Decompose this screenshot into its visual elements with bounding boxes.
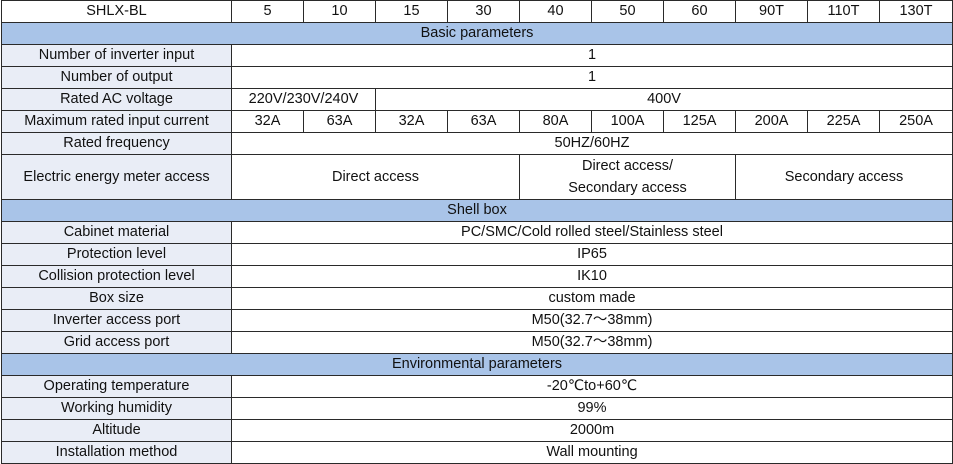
row-label: Collision protection level xyxy=(1,265,232,288)
table-row: Working humidity 99% xyxy=(1,397,953,420)
table-row: Maximum rated input current 32A 63A 32A … xyxy=(1,110,953,133)
model-column: 40 xyxy=(519,0,592,23)
row-label: Installation method xyxy=(1,441,232,464)
model-column: 10 xyxy=(303,0,376,23)
row-value: 125A xyxy=(663,110,736,133)
row-value: 100A xyxy=(591,110,664,133)
row-label: Working humidity xyxy=(1,397,232,420)
table-row: Protection level IP65 xyxy=(1,243,953,266)
row-value: Wall mounting xyxy=(231,441,953,464)
model-column: 5 xyxy=(231,0,304,23)
row-value: 400V xyxy=(375,88,953,111)
model-column: 60 xyxy=(663,0,736,23)
section-header-env: Environmental parameters xyxy=(1,353,953,376)
row-value: Direct access xyxy=(231,154,520,200)
table-row: Operating temperature -20℃to+60℃ xyxy=(1,375,953,398)
row-label: Box size xyxy=(1,287,232,310)
row-value: 63A xyxy=(447,110,520,133)
section-header-shell: Shell box xyxy=(1,199,953,222)
table-row: Cabinet material PC/SMC/Cold rolled stee… xyxy=(1,221,953,244)
row-value-line: Secondary access xyxy=(568,180,687,196)
row-value: Secondary access xyxy=(735,154,953,200)
section-title-env: Environmental parameters xyxy=(1,353,953,376)
row-value: IK10 xyxy=(231,265,953,288)
section-title-shell: Shell box xyxy=(1,199,953,222)
section-title-basic: Basic parameters xyxy=(1,22,953,45)
row-value: 1 xyxy=(231,66,953,89)
row-value: M50(32.7～38mm) xyxy=(231,331,953,354)
row-label: Protection level xyxy=(1,243,232,266)
row-value: 225A xyxy=(807,110,880,133)
table-row: Box size custom made xyxy=(1,287,953,310)
row-value-two-line: Direct access/ Secondary access xyxy=(519,154,736,200)
table-row: Number of inverter input 1 xyxy=(1,44,953,67)
row-value: 200A xyxy=(735,110,808,133)
row-value: 32A xyxy=(375,110,448,133)
row-value: 2000m xyxy=(231,419,953,442)
table-row: Inverter access port M50(32.7～38mm) xyxy=(1,309,953,332)
table-row: Rated frequency 50HZ/60HZ xyxy=(1,132,953,155)
spec-table: SHLX-BL 5 10 15 30 40 50 60 90T 110T 130… xyxy=(1,0,953,464)
row-value: 50HZ/60HZ xyxy=(231,132,953,155)
row-value: 32A xyxy=(231,110,304,133)
table-row: Altitude 2000m xyxy=(1,419,953,442)
section-header-basic: Basic parameters xyxy=(1,22,953,45)
model-column: 15 xyxy=(375,0,448,23)
row-value: 99% xyxy=(231,397,953,420)
row-value: 250A xyxy=(879,110,953,133)
model-column: 130T xyxy=(879,0,953,23)
model-column: 50 xyxy=(591,0,664,23)
row-value: 1 xyxy=(231,44,953,67)
row-label: Altitude xyxy=(1,419,232,442)
row-value: -20℃to+60℃ xyxy=(231,375,953,398)
row-value: IP65 xyxy=(231,243,953,266)
model-column: 30 xyxy=(447,0,520,23)
row-value-line: Direct access/ xyxy=(581,158,674,174)
row-value: 80A xyxy=(519,110,592,133)
row-label: Rated AC voltage xyxy=(1,88,232,111)
row-label: Grid access port xyxy=(1,331,232,354)
row-label: Maximum rated input current xyxy=(1,110,232,133)
table-row: Installation method Wall mounting xyxy=(1,441,953,464)
row-value: 63A xyxy=(303,110,376,133)
table-row: Electric energy meter access Direct acce… xyxy=(1,154,953,200)
model-label: SHLX-BL xyxy=(1,0,232,23)
row-label: Rated frequency xyxy=(1,132,232,155)
row-label: Number of output xyxy=(1,66,232,89)
row-label: Cabinet material xyxy=(1,221,232,244)
table-row: Rated AC voltage 220V/230V/240V 400V xyxy=(1,88,953,111)
row-label: Electric energy meter access xyxy=(1,154,232,200)
table-row: Collision protection level IK10 xyxy=(1,265,953,288)
table-row: Grid access port M50(32.7～38mm) xyxy=(1,331,953,354)
row-label: Inverter access port xyxy=(1,309,232,332)
row-value: PC/SMC/Cold rolled steel/Stainless steel xyxy=(231,221,953,244)
model-column: 90T xyxy=(735,0,808,23)
row-label: Number of inverter input xyxy=(1,44,232,67)
model-column: 110T xyxy=(807,0,880,23)
row-value: 220V/230V/240V xyxy=(231,88,376,111)
row-value: M50(32.7～38mm) xyxy=(231,309,953,332)
row-label: Operating temperature xyxy=(1,375,232,398)
model-row: SHLX-BL 5 10 15 30 40 50 60 90T 110T 130… xyxy=(1,0,953,23)
row-value: custom made xyxy=(231,287,953,310)
table-row: Number of output 1 xyxy=(1,66,953,89)
